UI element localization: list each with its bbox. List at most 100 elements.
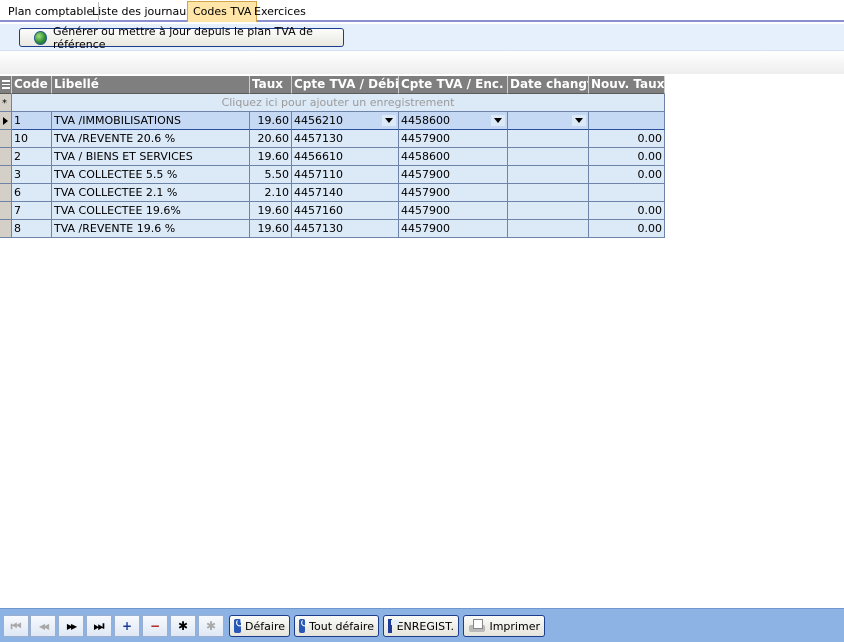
next-record-button[interactable]: ▶▶	[58, 615, 84, 637]
cell-taux[interactable]: 5.50	[250, 166, 292, 184]
cell-code[interactable]: 2	[12, 148, 52, 166]
cell-date-changt[interactable]	[508, 130, 589, 148]
cell-libelle[interactable]: TVA / BIENS ET SERVICES	[52, 148, 250, 166]
table-row[interactable]: 8 TVA /REVENTE 19.6 % 19.60 4457130 4457…	[0, 220, 665, 238]
last-record-icon: ⏭	[93, 618, 105, 633]
row-selector[interactable]	[0, 112, 12, 130]
printer-icon	[468, 619, 486, 633]
row-selector[interactable]	[0, 166, 12, 184]
cell-cpte-debit[interactable]: 4457160	[292, 202, 399, 220]
cell-cpte-debit[interactable]: 4457130	[292, 130, 399, 148]
cell-code[interactable]: 7	[12, 202, 52, 220]
cell-cpte-enc[interactable]: 4457900	[399, 130, 508, 148]
table-row[interactable]: 10 TVA /REVENTE 20.6 % 20.60 4457130 445…	[0, 130, 665, 148]
cell-cpte-enc[interactable]: 4458600	[399, 148, 508, 166]
cell-libelle[interactable]: TVA COLLECTEE 5.5 %	[52, 166, 250, 184]
cell-nouv-taux[interactable]: 0.00	[589, 220, 665, 238]
chevron-down-icon[interactable]	[572, 115, 586, 126]
save-button[interactable]: ENREGIST.	[383, 615, 459, 637]
cell-cpte-debit[interactable]: 4456610	[292, 148, 399, 166]
cell-code[interactable]: 8	[12, 220, 52, 238]
header-cpte-debit[interactable]: Cpte TVA / Débit	[292, 76, 399, 94]
cell-cpte-enc[interactable]: 4457900	[399, 202, 508, 220]
cell-date-changt[interactable]	[508, 184, 589, 202]
undo-button[interactable]: Défaire	[229, 615, 290, 637]
cell-taux[interactable]: 19.60	[250, 202, 292, 220]
row-selector[interactable]	[0, 202, 12, 220]
cell-nouv-taux[interactable]	[589, 112, 665, 130]
cell-cpte-enc[interactable]: 4457900	[399, 166, 508, 184]
table-row[interactable]: 3 TVA COLLECTEE 5.5 % 5.50 4457110 44579…	[0, 166, 665, 184]
cell-libelle[interactable]: TVA /REVENTE 19.6 %	[52, 220, 250, 238]
cell-cpte-debit[interactable]: 4456210	[292, 112, 399, 130]
undo-icon	[234, 616, 245, 633]
cell-libelle[interactable]: TVA /IMMOBILISATIONS	[52, 112, 250, 130]
row-selector[interactable]	[0, 130, 12, 148]
cell-nouv-taux[interactable]: 0.00	[589, 166, 665, 184]
edit-record-button[interactable]: ✱	[170, 615, 196, 637]
header-date-changt[interactable]: Date changt	[508, 76, 589, 94]
header-cpte-enc[interactable]: Cpte TVA / Enc.	[399, 76, 508, 94]
cell-nouv-taux[interactable]: 0.00	[589, 130, 665, 148]
cell-nouv-taux[interactable]	[589, 184, 665, 202]
header-nouv-taux[interactable]: Nouv. Taux	[589, 76, 665, 94]
cell-date-changt[interactable]	[508, 202, 589, 220]
row-selector[interactable]	[0, 148, 12, 166]
cell-cpte-enc[interactable]: 4457900	[399, 184, 508, 202]
refresh-record-button[interactable]: ✱	[198, 615, 224, 637]
generate-button[interactable]: Générer ou mettre à jour depuis le plan …	[19, 25, 344, 51]
header-code[interactable]: Code	[12, 76, 52, 94]
cell-cpte-debit[interactable]: 4457140	[292, 184, 399, 202]
new-row-star-icon: *	[2, 98, 7, 109]
add-record-button[interactable]: +	[114, 615, 140, 637]
cell-code[interactable]: 10	[12, 130, 52, 148]
cell-cpte-enc[interactable]: 4457900	[399, 220, 508, 238]
cell-taux[interactable]: 20.60	[250, 130, 292, 148]
cell-date-changt[interactable]	[508, 220, 589, 238]
print-button[interactable]: Imprimer	[463, 615, 545, 637]
cell-taux[interactable]: 2.10	[250, 184, 292, 202]
cell-date-changt[interactable]	[508, 112, 589, 130]
tab-exercices[interactable]: Exercices	[249, 2, 311, 22]
tab-plan-comptable[interactable]: Plan comptable	[3, 2, 100, 22]
add-record-row[interactable]: * Cliquez ici pour ajouter un enregistre…	[0, 94, 665, 112]
minus-icon: −	[149, 619, 161, 633]
cell-date-changt[interactable]	[508, 166, 589, 184]
cell-taux[interactable]: 19.60	[250, 112, 292, 130]
row-selector[interactable]	[0, 220, 12, 238]
add-record-hint[interactable]: Cliquez ici pour ajouter un enregistreme…	[12, 94, 665, 112]
previous-record-button[interactable]: ◀◀	[30, 615, 56, 637]
tab-codes-tva[interactable]: Codes TVA	[187, 1, 258, 22]
first-record-button[interactable]: ⏮	[3, 615, 29, 637]
tab-liste-des-journaux[interactable]: Liste des journaux	[87, 2, 198, 22]
table-row[interactable]: 7 TVA COLLECTEE 19.6% 19.60 4457160 4457…	[0, 202, 665, 220]
header-libelle[interactable]: Libellé	[52, 76, 250, 94]
row-selector[interactable]	[0, 184, 12, 202]
table-row[interactable]: 1 TVA /IMMOBILISATIONS 19.60 4456210 445…	[0, 112, 665, 130]
chevron-down-icon[interactable]	[491, 115, 505, 126]
table-row[interactable]: 6 TVA COLLECTEE 2.1 % 2.10 4457140 44579…	[0, 184, 665, 202]
cell-nouv-taux[interactable]: 0.00	[589, 148, 665, 166]
cell-taux[interactable]: 19.60	[250, 148, 292, 166]
cell-date-changt[interactable]	[508, 148, 589, 166]
row-selector-header[interactable]	[0, 76, 12, 94]
undo-all-button[interactable]: Tout défaire	[294, 615, 379, 637]
cell-code[interactable]: 1	[12, 112, 52, 130]
cell-code[interactable]: 6	[12, 184, 52, 202]
cell-cpte-enc[interactable]: 4458600	[399, 112, 508, 130]
plus-icon: +	[121, 619, 133, 633]
cell-libelle[interactable]: TVA /REVENTE 20.6 %	[52, 130, 250, 148]
cell-libelle[interactable]: TVA COLLECTEE 2.1 %	[52, 184, 250, 202]
table-row[interactable]: 2 TVA / BIENS ET SERVICES 19.60 4456610 …	[0, 148, 665, 166]
cell-cpte-debit[interactable]: 4457130	[292, 220, 399, 238]
cell-cpte-debit-value: 4456210	[294, 114, 343, 127]
cell-code[interactable]: 3	[12, 166, 52, 184]
last-record-button[interactable]: ⏭	[86, 615, 112, 637]
chevron-down-icon[interactable]	[382, 115, 396, 126]
header-taux[interactable]: Taux	[250, 76, 292, 94]
cell-taux[interactable]: 19.60	[250, 220, 292, 238]
cell-cpte-debit[interactable]: 4457110	[292, 166, 399, 184]
delete-record-button[interactable]: −	[142, 615, 168, 637]
cell-nouv-taux[interactable]: 0.00	[589, 202, 665, 220]
cell-libelle[interactable]: TVA COLLECTEE 19.6%	[52, 202, 250, 220]
